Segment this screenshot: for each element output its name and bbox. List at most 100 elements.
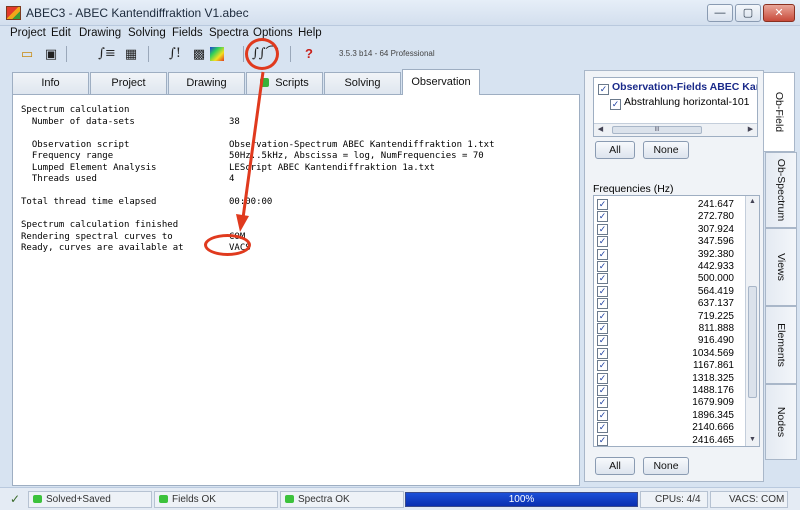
tree-checkbox[interactable]: ✓ [598,84,609,95]
tab-drawing[interactable]: Drawing [168,72,245,94]
frequencies-all-button[interactable]: All [595,457,635,475]
frequency-value: 1679.909 [692,397,734,409]
open-folder-icon[interactable]: ▭ [16,44,38,64]
frequency-checkbox[interactable]: ✓ [597,273,608,285]
tab-project[interactable]: Project [90,72,167,94]
log-line-label: Observation script [21,139,130,150]
frequency-value: 392.380 [697,248,734,260]
side-tab-views[interactable]: Views [765,228,797,306]
menu-bar: Project Edit Drawing Solving Fields Spec… [0,26,800,42]
frequency-checkbox[interactable]: ✓ [597,422,608,434]
frequency-checkbox[interactable]: ✓ [597,310,608,322]
mesh-grid-icon[interactable]: ▦ [120,44,142,64]
scroll-down-arrow-icon[interactable]: ▼ [746,434,759,446]
log-line-value: LEScript ABEC Kantendiffraktion 1a.txt [229,162,435,173]
log-line-value: 38 [229,116,240,127]
tab-info[interactable]: Info [12,72,89,94]
frequency-checkbox[interactable]: ✓ [597,323,608,334]
status-vacs: VACS: COM [710,491,788,508]
frequencies-list: ✓ 241.647 ✓ 272.780 ✓ 307.924 ✓ 347.596 ✓ 392.380… [593,195,760,447]
tree-checkbox[interactable]: ✓ [610,99,621,110]
frequency-checkbox[interactable]: ✓ [597,285,608,297]
menu-project[interactable]: Project [10,27,46,39]
log-line-value: 00:00:00 [229,197,273,207]
frequency-value: 347.596 [697,236,734,248]
frequency-checkbox[interactable]: ✓ [597,335,608,347]
fields-all-button[interactable]: All [595,141,635,159]
tab-solving[interactable]: Solving [324,72,401,94]
frequency-value: 1167.861 [693,360,734,372]
frequency-checkbox[interactable]: ✓ [597,372,608,384]
frequency-value: 719.225 [697,310,734,322]
frequency-checkbox[interactable]: ✓ [597,261,608,272]
tree-item-abstrahlung[interactable]: ✓ Abstrahlung horizontal-101 [610,96,750,110]
menu-solving[interactable]: Solving [128,27,166,39]
frequency-checkbox[interactable]: ✓ [597,360,608,372]
close-button[interactable]: ✕ [763,4,795,22]
status-bar: ✓ Solved+Saved Fields OK Spectra OK 100%… [0,487,800,510]
frequency-checkbox[interactable]: ✓ [597,347,608,359]
status-check-icon: ✓ [10,492,21,506]
frequency-checkbox[interactable]: ✓ [597,248,608,260]
status-spectra: Spectra OK [280,491,404,508]
tree-horizontal-scrollbar[interactable]: ◀ III ▶ [594,123,757,136]
scroll-thumb[interactable]: III [612,126,702,134]
field-grid-icon[interactable]: ▩ [188,44,210,64]
scroll-left-arrow-icon[interactable]: ◀ [594,124,607,136]
scroll-thumb[interactable] [748,286,757,398]
menu-help[interactable]: Help [298,27,322,39]
frequency-checkbox[interactable]: ✓ [597,199,608,210]
fields-none-button[interactable]: None [643,141,689,159]
color-field-icon[interactable] [210,47,224,61]
status-ok-dot [285,495,294,503]
frequency-checkbox[interactable]: ✓ [597,397,608,409]
frequency-checkbox[interactable]: ✓ [597,211,608,223]
tab-observation[interactable]: Observation [402,69,480,95]
side-tab-nodes[interactable]: Nodes [765,384,797,460]
frequency-checkbox[interactable]: ✓ [597,434,608,446]
log-line-label: Ready, curves are available at [21,243,184,253]
side-tab-label: Ob-Field [773,91,785,133]
side-tab-ob-field[interactable]: Ob-Field [763,72,795,152]
window-title: ABEC3 - ABEC Kantendiffraktion V1.abec [26,6,249,20]
menu-fields[interactable]: Fields [172,27,203,39]
menu-edit[interactable]: Edit [51,27,71,39]
log-line-label: Threads used [21,174,97,184]
status-ok-dot [159,495,168,503]
frequency-checkbox[interactable]: ✓ [597,236,608,248]
maximize-button[interactable]: ▢ [735,4,761,22]
side-tab-ob-spectrum[interactable]: Ob-Spectrum [765,152,797,228]
status-spectra-label: Spectra OK [298,494,350,505]
side-tab-elements[interactable]: Elements [765,306,797,384]
scroll-right-arrow-icon[interactable]: ▶ [744,124,757,136]
progress-bar: 100% [405,492,638,507]
frequency-checkbox[interactable]: ✓ [597,385,608,396]
log-line-label: Spectrum calculation [21,105,130,115]
frequency-row[interactable]: ✓ 2416.465 [596,434,736,446]
toolbar-separator [243,46,244,62]
frequency-value: 2416.465 [692,434,734,446]
scroll-up-arrow-icon[interactable]: ▲ [746,196,759,208]
annotation-ellipse-vacs [204,234,251,256]
script-integral-icon[interactable]: ∫≡ [96,44,118,64]
tree-item-observation-fields[interactable]: ✓ Observation-Fields ABEC Kan [598,81,758,95]
tree-item-label: Observation-Fields ABEC Kan [612,81,758,93]
minimize-button[interactable]: — [707,4,733,22]
frequencies-none-button[interactable]: None [643,457,689,475]
save-disk-icon[interactable]: ▣ [40,44,62,64]
solve-integral-icon[interactable]: ∫! [164,44,186,64]
tab-scripts[interactable]: Scripts [246,72,323,94]
menu-drawing[interactable]: Drawing [79,27,121,39]
frequency-checkbox[interactable]: ✓ [597,298,608,310]
toolbar-separator [290,46,291,62]
frequency-checkbox[interactable]: ✓ [597,223,608,235]
menu-spectra[interactable]: Spectra [209,27,249,39]
toolbar: ▭ ▣ ∫≡ ▦ ∫! ▩ ∫∫⌒ ? 3.5.3 b14 - 64 Profe… [0,42,800,66]
frequency-value: 442.933 [697,261,734,272]
side-tab-label: Nodes [775,406,787,438]
side-tab-label: Ob-Spectrum [775,158,787,222]
frequency-value: 1896.345 [692,409,734,421]
frequencies-vertical-scrollbar[interactable]: ▲ ▼ [745,196,759,446]
frequency-checkbox[interactable]: ✓ [597,409,608,421]
help-icon[interactable]: ? [298,44,320,64]
